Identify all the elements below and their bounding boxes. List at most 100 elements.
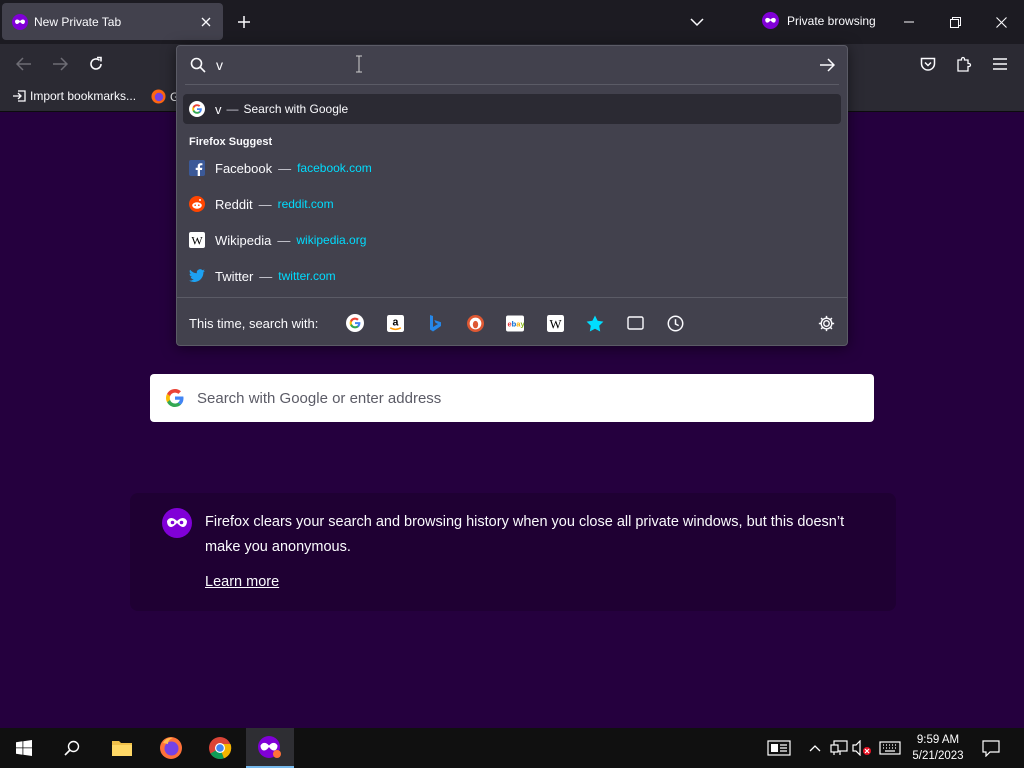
private-mask-icon bbox=[162, 508, 192, 538]
private-mask-icon bbox=[258, 736, 281, 758]
import-icon bbox=[13, 90, 26, 102]
back-button[interactable] bbox=[12, 52, 36, 76]
close-tab-button[interactable] bbox=[194, 10, 218, 34]
windows-logo-icon bbox=[16, 740, 32, 756]
keyboard-icon bbox=[879, 741, 901, 755]
svg-text:W: W bbox=[549, 317, 562, 331]
start-button[interactable] bbox=[0, 728, 48, 768]
suggestion-title: Twitter bbox=[215, 268, 254, 284]
notifications-button[interactable] bbox=[981, 738, 1001, 758]
show-hidden-icons-button[interactable] bbox=[805, 738, 825, 758]
suggestion-url: twitter.com bbox=[278, 269, 336, 283]
search-with-google-row[interactable]: v — Search with Google bbox=[183, 94, 841, 124]
keyboard-button[interactable] bbox=[878, 738, 902, 758]
search-query: v bbox=[215, 101, 222, 117]
restore-button[interactable] bbox=[940, 7, 970, 37]
address-input[interactable]: v bbox=[177, 46, 847, 84]
app-menu-button[interactable] bbox=[988, 52, 1012, 76]
minimize-icon bbox=[904, 21, 914, 23]
search-settings-button[interactable] bbox=[815, 312, 837, 334]
minimize-button[interactable] bbox=[894, 7, 924, 37]
tab-title: New Private Tab bbox=[34, 14, 122, 29]
amazon-icon[interactable]: a bbox=[384, 312, 406, 334]
bookmarks-star-icon[interactable] bbox=[584, 312, 606, 334]
suggestion-title: Wikipedia bbox=[215, 232, 272, 248]
list-all-tabs-button[interactable] bbox=[685, 10, 709, 34]
plus-icon bbox=[238, 16, 250, 28]
forward-button[interactable] bbox=[48, 52, 72, 76]
search-icon bbox=[64, 740, 80, 756]
reload-button[interactable] bbox=[84, 52, 108, 76]
private-browsing-indicator: Private browsing bbox=[762, 12, 876, 29]
chrome-taskbar-button[interactable] bbox=[196, 728, 244, 768]
private-info-card: Firefox clears your search and browsing … bbox=[130, 493, 896, 611]
twitter-icon bbox=[189, 268, 205, 284]
tab-new-private[interactable]: New Private Tab bbox=[2, 3, 223, 40]
svg-text:W: W bbox=[191, 234, 203, 248]
pocket-button[interactable] bbox=[916, 52, 940, 76]
file-explorer-button[interactable] bbox=[98, 728, 146, 768]
bing-icon[interactable] bbox=[424, 312, 446, 334]
go-button[interactable] bbox=[817, 55, 837, 75]
firefox-taskbar-button[interactable] bbox=[147, 728, 195, 768]
separator-dash: — bbox=[277, 232, 291, 248]
close-icon bbox=[995, 16, 1007, 28]
network-button[interactable] bbox=[829, 738, 849, 758]
separator-dash: — bbox=[226, 102, 239, 116]
address-bar-popup: v v — Search with Google Firefox Suggest… bbox=[176, 45, 848, 346]
google-icon[interactable] bbox=[344, 312, 366, 334]
search-with-label: This time, search with: bbox=[189, 316, 319, 331]
suggestion-reddit[interactable]: Reddit — reddit.com bbox=[189, 192, 334, 216]
svg-text:ebay: ebay bbox=[508, 319, 525, 328]
folder-icon bbox=[112, 741, 132, 756]
extensions-button[interactable] bbox=[952, 52, 976, 76]
hamburger-menu-icon bbox=[993, 58, 1007, 70]
suggestion-url: wikipedia.org bbox=[296, 233, 367, 247]
divider bbox=[177, 297, 847, 298]
speaker-muted-icon bbox=[852, 740, 871, 756]
restore-icon bbox=[949, 16, 961, 28]
news-widget-button[interactable] bbox=[766, 738, 792, 758]
separator-dash: — bbox=[259, 268, 273, 284]
pocket-icon bbox=[920, 57, 936, 71]
firefox-icon bbox=[151, 89, 166, 104]
separator-dash: — bbox=[278, 160, 292, 176]
reddit-icon bbox=[189, 196, 205, 212]
title-bar: New Private Tab Private browsing bbox=[0, 0, 1024, 44]
history-icon[interactable] bbox=[664, 312, 686, 334]
chevron-down-icon bbox=[690, 18, 704, 27]
firefox-icon bbox=[160, 737, 182, 759]
facebook-icon bbox=[189, 160, 205, 176]
firefox-suggest-header: Firefox Suggest bbox=[189, 136, 273, 148]
firefox-private-taskbar-button[interactable] bbox=[246, 728, 294, 768]
close-window-button[interactable] bbox=[986, 7, 1016, 37]
suggestion-url: reddit.com bbox=[277, 197, 334, 211]
import-bookmarks-label: Import bookmarks... bbox=[30, 89, 137, 103]
chevron-up-icon bbox=[809, 745, 821, 752]
new-tab-button[interactable] bbox=[232, 10, 256, 34]
content-search-box[interactable]: Search with Google or enter address bbox=[150, 374, 874, 422]
suggestion-wikipedia[interactable]: W Wikipedia — wikipedia.org bbox=[189, 228, 366, 252]
reload-icon bbox=[90, 56, 102, 70]
text-cursor-icon bbox=[356, 55, 362, 73]
wikipedia-icon: W bbox=[189, 232, 205, 248]
volume-button[interactable] bbox=[852, 738, 872, 758]
learn-more-link[interactable]: Learn more bbox=[205, 574, 279, 590]
import-bookmarks-item[interactable]: Import bookmarks... bbox=[12, 89, 136, 103]
suggestion-facebook[interactable]: Facebook — facebook.com bbox=[189, 156, 372, 180]
ebay-icon[interactable]: ebay bbox=[504, 312, 526, 334]
search-with-google-label: Search with Google bbox=[243, 102, 349, 116]
tabs-icon[interactable] bbox=[624, 312, 646, 334]
taskbar-search-button[interactable] bbox=[48, 728, 96, 768]
suggestion-twitter[interactable]: Twitter — twitter.com bbox=[189, 264, 336, 288]
clock-date: 5/21/2023 bbox=[912, 750, 964, 762]
suggestion-title: Reddit bbox=[215, 196, 253, 212]
google-icon bbox=[189, 101, 205, 117]
google-icon bbox=[166, 389, 184, 407]
news-icon bbox=[767, 740, 791, 756]
private-browsing-label: Private browsing bbox=[787, 13, 876, 28]
clock[interactable]: 9:59 AM 5/21/2023 bbox=[905, 732, 971, 764]
search-icon bbox=[190, 57, 206, 73]
duckduckgo-icon[interactable] bbox=[464, 312, 486, 334]
wikipedia-icon[interactable]: W bbox=[544, 312, 566, 334]
